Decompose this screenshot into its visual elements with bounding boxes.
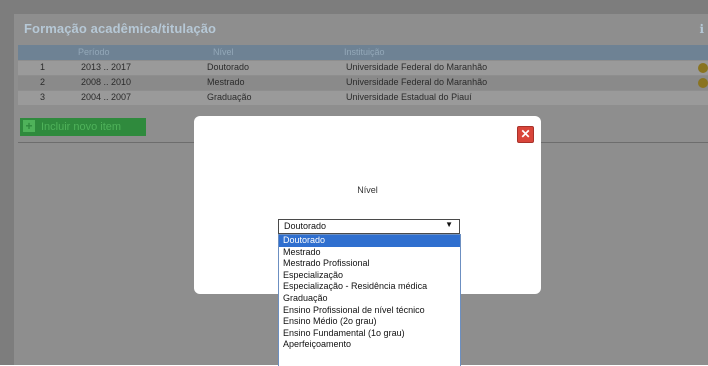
option-mestrado[interactable]: Mestrado xyxy=(279,247,460,259)
edit-icon[interactable] xyxy=(698,78,708,88)
row-institution: Universidade Federal do Maranhão xyxy=(346,62,488,72)
row-number: 2 xyxy=(40,77,46,87)
row-level: Doutorado xyxy=(207,62,250,72)
column-header-period[interactable]: Período xyxy=(78,47,110,57)
column-header-level[interactable]: Nível xyxy=(213,47,234,57)
add-item-button[interactable]: + Incluir novo item xyxy=(20,118,146,136)
table-row[interactable]: 2 2008 .. 2010 Mestrado Universidade Fed… xyxy=(18,76,708,90)
option-especializacao-residencia[interactable]: Especialização - Residência médica xyxy=(279,281,460,293)
row-period: 2004 .. 2007 xyxy=(81,92,132,102)
row-number: 3 xyxy=(40,92,46,102)
row-level: Mestrado xyxy=(207,77,245,87)
option-graduacao[interactable]: Graduação xyxy=(279,293,460,305)
table-row[interactable]: 3 2004 .. 2007 Graduação Universidade Es… xyxy=(18,91,708,105)
info-icon[interactable]: ℹ xyxy=(699,22,704,36)
level-label: Nível xyxy=(357,185,378,195)
add-item-label: Incluir novo item xyxy=(41,121,122,133)
edit-icon[interactable] xyxy=(698,63,708,73)
level-select-value: Doutorado xyxy=(284,221,327,231)
row-institution: Universidade Federal do Maranhão xyxy=(346,77,488,87)
panel-title: Formação acadêmica/titulação xyxy=(24,21,217,36)
table-row[interactable]: 1 2013 .. 2017 Doutorado Universidade Fe… xyxy=(18,61,708,75)
row-period: 2013 .. 2017 xyxy=(81,62,132,72)
close-icon[interactable]: ✕ xyxy=(517,126,534,143)
option-mestrado-profissional[interactable]: Mestrado Profissional xyxy=(279,258,460,270)
plus-icon: + xyxy=(23,120,35,132)
option-especializacao[interactable]: Especialização xyxy=(279,270,460,282)
row-level: Graduação xyxy=(207,92,252,102)
option-doutorado[interactable]: Doutorado xyxy=(279,235,460,247)
level-select[interactable]: Doutorado ▼ xyxy=(278,219,460,234)
chevron-down-icon[interactable]: ▼ xyxy=(445,220,453,229)
row-period: 2008 .. 2010 xyxy=(81,77,132,87)
option-ensino-fundamental[interactable]: Ensino Fundamental (1o grau) xyxy=(279,328,460,340)
row-institution: Universidade Estadual do Piauí xyxy=(346,92,472,102)
column-header-institution[interactable]: Instituição xyxy=(344,47,385,57)
option-ensino-medio[interactable]: Ensino Médio (2o grau) xyxy=(279,316,460,328)
table-header: Período Nível Instituição xyxy=(18,45,708,60)
option-aperfeicoamento[interactable]: Aperfeiçoamento xyxy=(279,339,460,351)
row-number: 1 xyxy=(40,62,46,72)
level-options-list: Doutorado Mestrado Mestrado Profissional… xyxy=(278,234,461,366)
option-ensino-profissional[interactable]: Ensino Profissional de nível técnico xyxy=(279,305,460,317)
